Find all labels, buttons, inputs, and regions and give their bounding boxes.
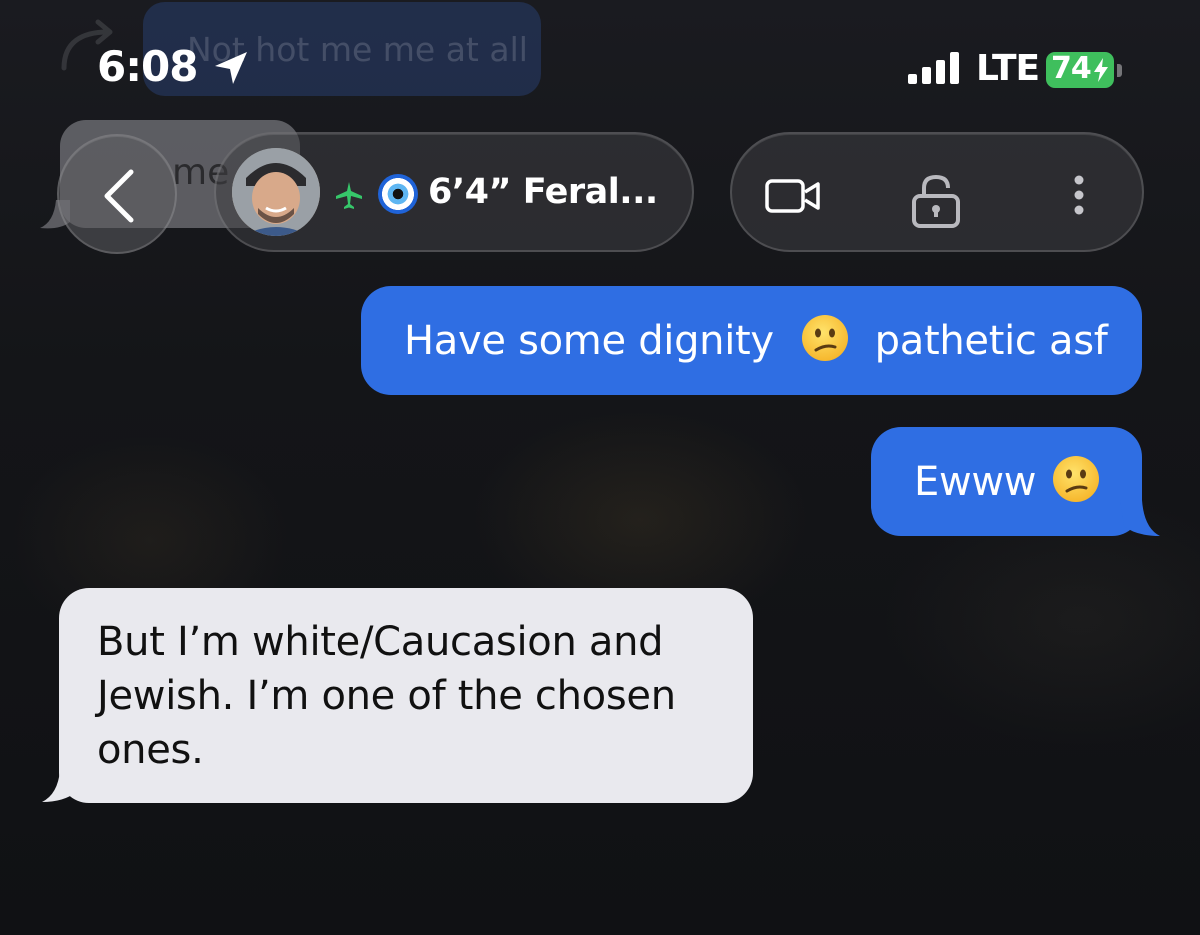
back-button[interactable] (57, 134, 177, 254)
message-text: Ewww (914, 459, 1037, 505)
battery-cap (1117, 64, 1122, 77)
signal-bars-icon (908, 52, 959, 84)
location-arrow-icon (215, 52, 247, 84)
bubble-tail (42, 770, 80, 802)
battery-level: 74 (1051, 51, 1092, 86)
incoming-message-bubble[interactable]: But I’m white/Caucasion and Jewish. I’m … (59, 588, 753, 803)
battery-indicator: 74 (1046, 51, 1114, 88)
video-camera-icon[interactable] (765, 178, 821, 214)
contact-header[interactable]: 6’4” Feral... (214, 132, 694, 252)
bubble-tail (1120, 500, 1160, 536)
contact-avatar[interactable] (232, 148, 320, 236)
airplane-icon (336, 182, 362, 209)
status-time: 6:08 (97, 42, 198, 91)
lock-icon[interactable] (910, 174, 962, 228)
message-text: pathetic asf (874, 318, 1108, 364)
message-text: Have some dignity (404, 318, 774, 364)
back-chevron-icon (104, 169, 134, 223)
header-actions (730, 132, 1144, 252)
outgoing-message-bubble[interactable]: Have some dignity pathetic asf (361, 286, 1142, 395)
evil-eye-icon (378, 174, 418, 214)
outgoing-message-bubble[interactable]: Ewww (871, 427, 1142, 536)
avatar-photo (232, 148, 320, 236)
carrier-label: LTE (976, 48, 1040, 89)
more-dots-icon[interactable] (1072, 174, 1086, 216)
confused-face-icon (802, 315, 849, 361)
contact-name[interactable]: 6’4” Feral... (428, 172, 658, 212)
confused-face-icon (1052, 456, 1099, 502)
charging-bolt-icon (1094, 58, 1108, 82)
